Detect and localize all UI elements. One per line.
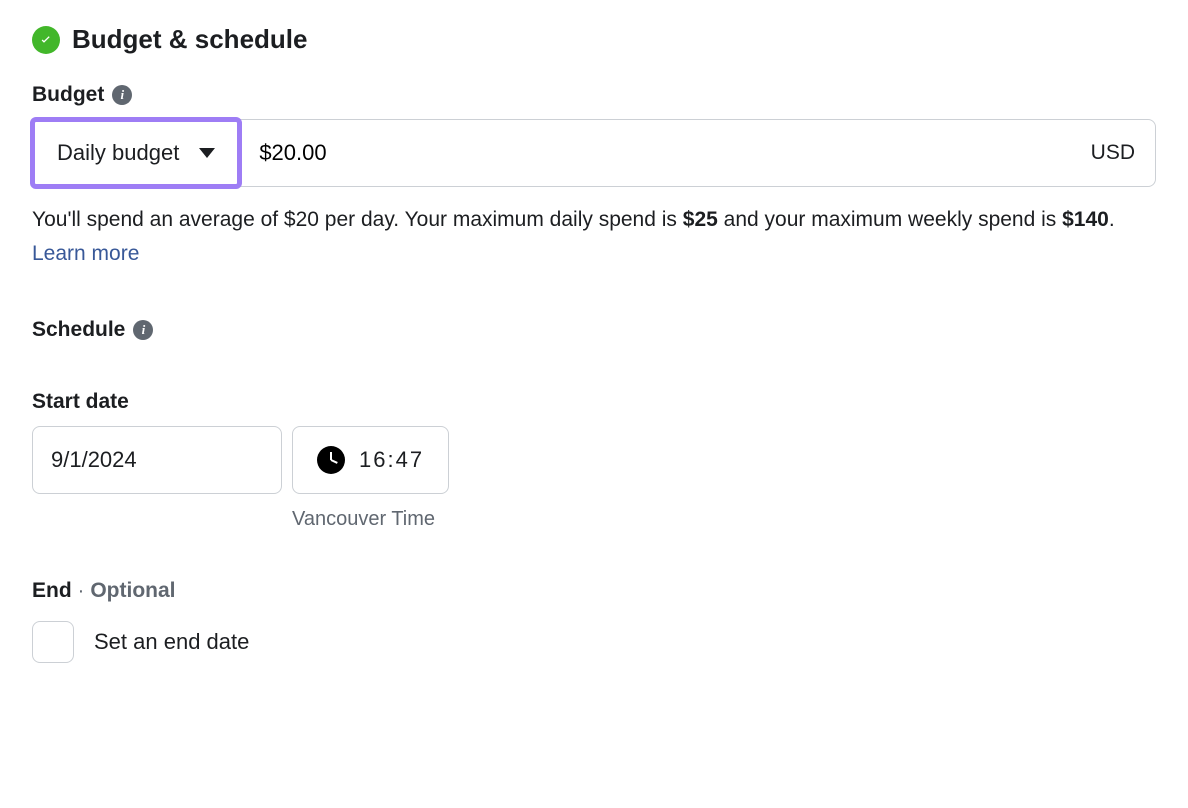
budget-type-text: Daily budget — [57, 140, 179, 166]
budget-amount-input[interactable] — [239, 140, 1070, 166]
currency-label: USD — [1071, 141, 1155, 165]
learn-more-link[interactable]: Learn more — [32, 242, 139, 265]
budget-type-dropdown[interactable]: Daily budget — [30, 117, 242, 189]
budget-label: Budget — [32, 83, 104, 107]
dot-separator: · — [78, 580, 85, 603]
section-header: Budget & schedule — [32, 24, 1156, 55]
max-daily-spend: $25 — [683, 208, 718, 231]
budget-label-row: Budget i — [32, 83, 1156, 107]
end-label: End — [32, 579, 72, 603]
helper-text-part1: You'll spend an average of $20 per day. … — [32, 208, 683, 231]
date-time-row: 9/1/2024 16:47 — [32, 426, 1156, 494]
clock-icon — [317, 446, 345, 474]
info-icon[interactable]: i — [112, 85, 132, 105]
check-icon — [32, 26, 60, 54]
budget-helper-text: You'll spend an average of $20 per day. … — [32, 203, 1156, 270]
set-end-date-row: Set an end date — [32, 621, 1156, 663]
timezone-label: Vancouver Time — [292, 508, 1156, 531]
max-weekly-spend: $140 — [1062, 208, 1109, 231]
end-label-row: End · Optional — [32, 579, 1156, 603]
helper-text-part3: . — [1109, 208, 1115, 231]
start-date-label-row: Start date — [32, 390, 1156, 414]
start-time-input[interactable]: 16:47 — [292, 426, 449, 494]
schedule-label: Schedule — [32, 318, 125, 342]
section-title: Budget & schedule — [72, 24, 307, 55]
start-date-input[interactable]: 9/1/2024 — [32, 426, 282, 494]
set-end-date-label: Set an end date — [94, 629, 249, 655]
budget-row: Daily budget USD — [32, 119, 1156, 187]
start-time-value: 16:47 — [359, 447, 424, 473]
schedule-label-row: Schedule i — [32, 318, 1156, 342]
start-date-value: 9/1/2024 — [51, 447, 137, 473]
info-icon[interactable]: i — [133, 320, 153, 340]
budget-amount-wrap: USD — [239, 120, 1155, 186]
chevron-down-icon — [199, 148, 215, 158]
start-date-label: Start date — [32, 390, 129, 414]
set-end-date-checkbox[interactable] — [32, 621, 74, 663]
helper-text-part2: and your maximum weekly spend is — [718, 208, 1062, 231]
optional-label: Optional — [90, 579, 175, 603]
